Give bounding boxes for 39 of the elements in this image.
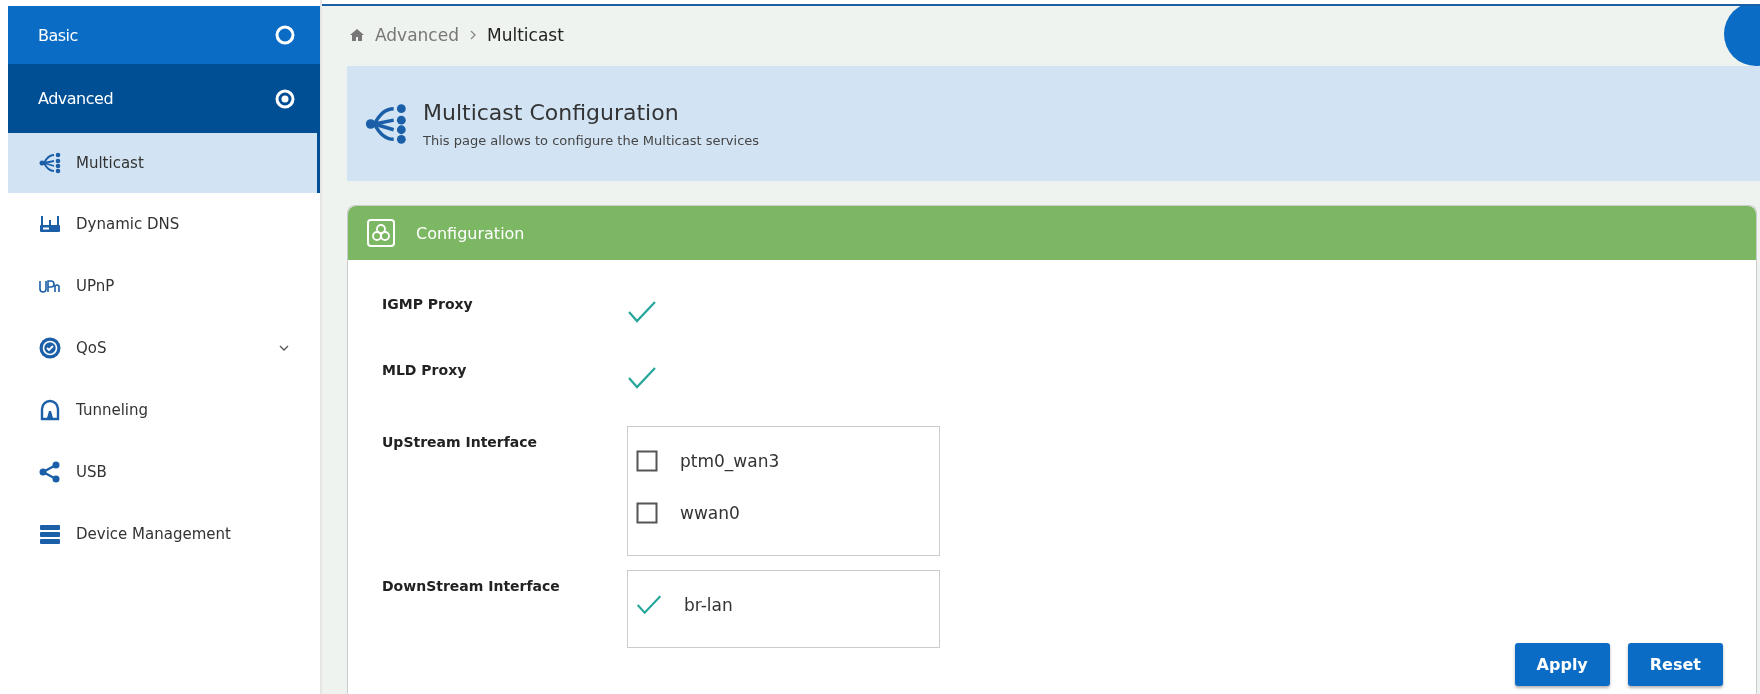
field-label: IGMP Proxy [382,295,474,312]
chevron-right-icon [469,29,477,41]
breadcrumb-current: Multicast [487,25,564,45]
share-icon [38,460,62,484]
option-label: wwan0 [680,503,740,523]
option-label: ptm0_wan3 [680,451,780,471]
sidebar-section[interactable]: Basic [8,6,320,64]
apply-button[interactable]: Apply [1514,643,1610,686]
home-icon[interactable] [349,28,365,42]
sidebar-section[interactable]: Advanced [8,64,320,133]
checkbox[interactable] [636,450,658,472]
card-title: Configuration [416,223,525,243]
checkbox[interactable] [636,502,658,524]
breadcrumb-link[interactable]: Advanced [375,25,459,45]
sidebar-item[interactable]: UPnP [8,255,320,317]
page-title: Multicast Configuration [423,99,680,125]
sidebar-item[interactable]: Tunneling [8,379,320,441]
checkbox-checked[interactable] [636,594,662,616]
tunnel-icon [38,398,62,422]
page-subtitle: This page allows to configure the Multicast services [423,132,760,148]
option-label: br-lan [684,595,733,615]
sidebar-item[interactable]: Device Management [8,503,320,565]
sidebar-item[interactable]: Dynamic DNS [8,193,320,255]
multicast-icon [38,151,62,175]
check-badge-icon [38,336,62,360]
field-label: MLD Proxy [382,361,468,378]
field-label: UpStream Interface [382,433,539,450]
reset-button[interactable]: Reset [1627,643,1723,686]
server-icon [38,522,62,546]
chevron-down-icon[interactable] [278,344,290,352]
circles-icon [366,218,396,248]
checkbox-checked[interactable] [627,300,657,324]
radio-icon [274,87,296,110]
sidebar-item[interactable]: QoS [8,317,320,379]
radio-icon [274,24,296,46]
checkbox-checked[interactable] [627,366,657,390]
sidebar-item[interactable]: USB [8,441,320,503]
sidebar-item[interactable]: Multicast [8,133,320,193]
field-label: DownStream Interface [382,577,561,594]
